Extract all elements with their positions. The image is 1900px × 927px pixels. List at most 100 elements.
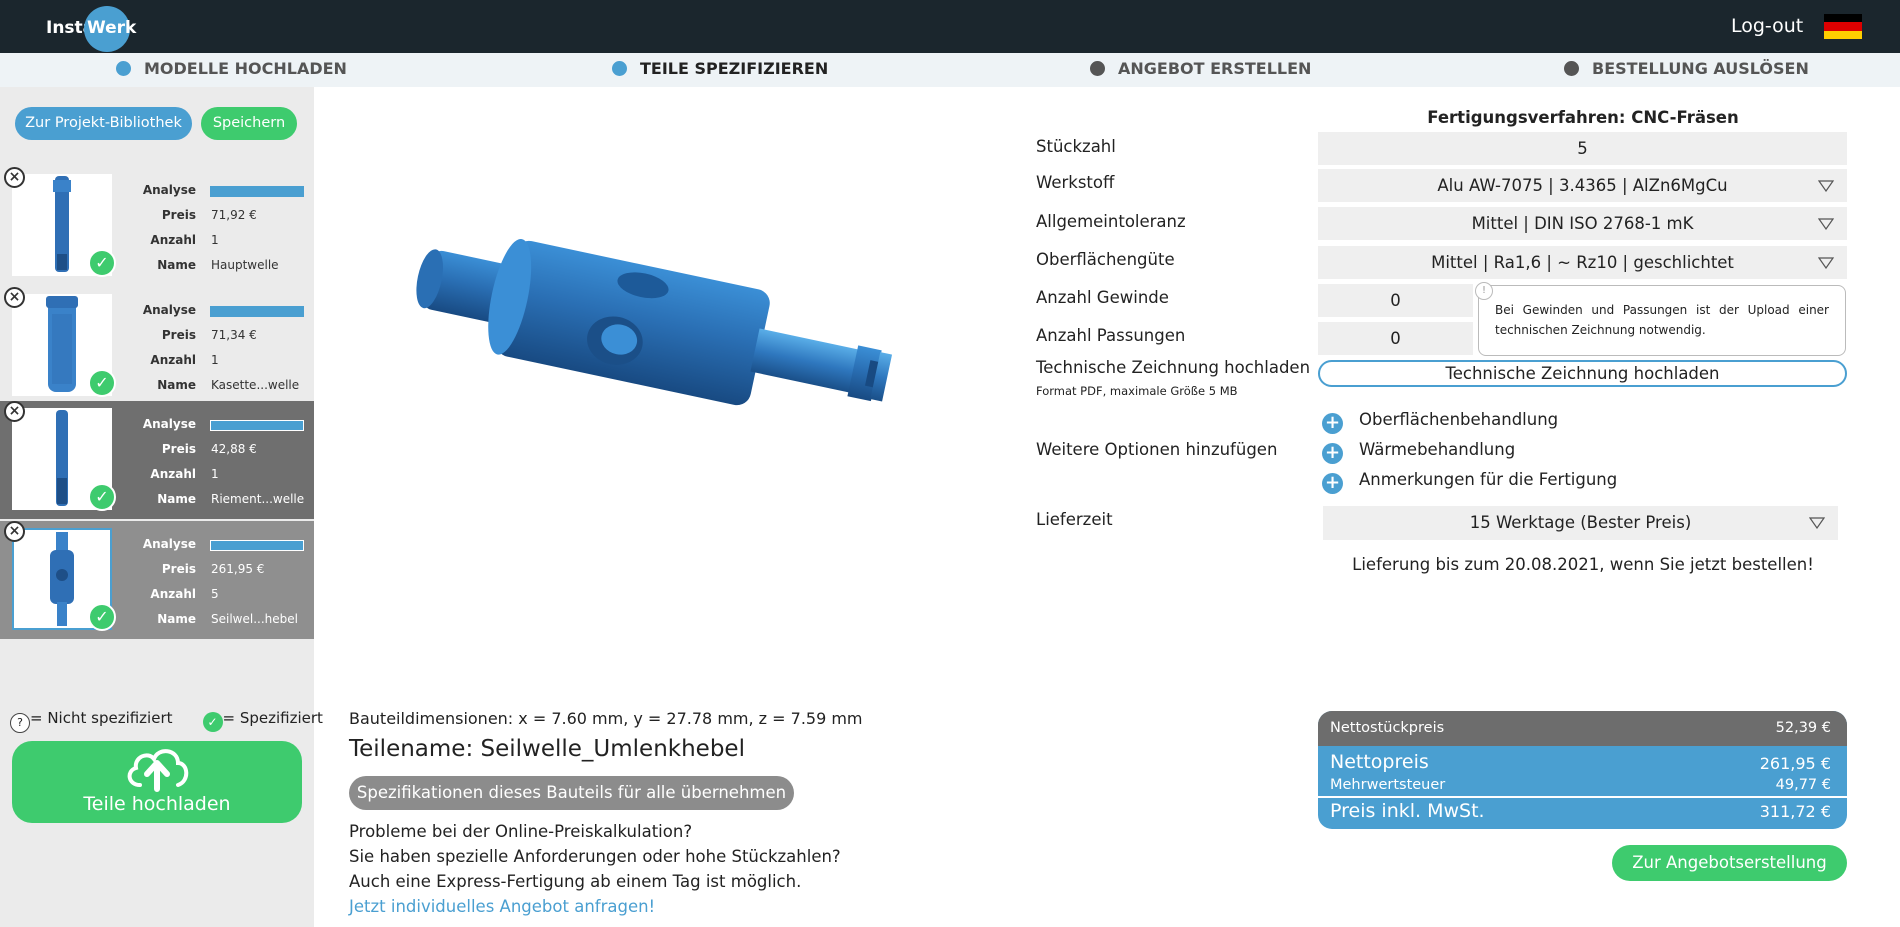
- german-flag-icon[interactable]: [1824, 14, 1862, 39]
- step-bestellung-ausloesen[interactable]: BESTELLUNG AUSLÖSEN: [1564, 59, 1809, 78]
- option-label: Oberflächenbehandlung: [1359, 410, 1559, 429]
- step-angebot-erstellen[interactable]: ANGEBOT ERSTELLEN: [1090, 59, 1311, 78]
- analyse-progress-bar: [210, 306, 304, 317]
- part-list-item-selected[interactable]: × ✓ Analyse Preis 261,95 € Anzahl 5 Name…: [0, 521, 314, 639]
- net-price-row: Nettopreis 261,95 €: [1330, 751, 1831, 773]
- passungen-label: Anzahl Passungen: [1036, 326, 1186, 345]
- project-library-button[interactable]: Zur Projekt-Bibliothek: [15, 107, 192, 140]
- specified-check-icon: ✓: [88, 369, 116, 397]
- apply-specs-to-all-button[interactable]: Spezifikationen dieses Bauteils für alle…: [349, 776, 794, 810]
- check-icon: ✓: [202, 712, 223, 732]
- net-price-value: 261,95 €: [1759, 754, 1831, 773]
- question-icon: ?: [10, 713, 30, 733]
- part-list-item[interactable]: × ✓ Analyse Preis 42,88 € Anzahl 1 Name …: [0, 401, 314, 519]
- lieferzeit-value: 15 Werktage (Bester Preis): [1469, 513, 1692, 532]
- legend-specified: = Spezifiziert: [222, 709, 323, 727]
- part-price: 71,92 €: [211, 208, 257, 222]
- analyse-progress-bar: [210, 540, 304, 551]
- info-icon: !: [1475, 282, 1493, 300]
- manufacturing-process-title: Fertigungsverfahren: CNC-Fräsen: [1427, 108, 1739, 127]
- werkstoff-select[interactable]: Alu AW-7075 | 3.4365 | AlZn6MgCu: [1318, 169, 1847, 202]
- individual-offer-link[interactable]: Jetzt individuelles Angebot anfragen!: [349, 897, 655, 916]
- werkstoff-value: Alu AW-7075 | 3.4365 | AlZn6MgCu: [1437, 176, 1728, 195]
- analyse-progress-bar: [210, 186, 304, 197]
- instawerk-logo[interactable]: Insta Werk: [46, 6, 186, 52]
- net-price-label: Nettopreis: [1330, 751, 1429, 773]
- part-name: Kasette...welle: [211, 378, 300, 392]
- vat-row: Mehrwertsteuer 49,77 €: [1330, 777, 1831, 793]
- part-list-item[interactable]: × ✓ Analyse Preis 71,34 € Anzahl 1 Name …: [0, 287, 314, 405]
- oberflaeche-value: Mittel | Ra1,6 | ~ Rz10 | geschlichtet: [1431, 253, 1734, 272]
- problems-line: Sie haben spezielle Anforderungen oder h…: [349, 847, 841, 866]
- toleranz-label: Allgemeintoleranz: [1036, 212, 1186, 231]
- step-dot-icon: [612, 61, 627, 76]
- remove-part-icon[interactable]: ×: [4, 167, 25, 188]
- passungen-input[interactable]: 0: [1318, 322, 1473, 355]
- step-label: MODELLE HOCHLADEN: [144, 59, 347, 78]
- part-list-item[interactable]: × ✓ Analyse Preis 71,92 € Anzahl 1 Name …: [0, 167, 314, 285]
- net-unit-price-label: Nettostückpreis: [1330, 720, 1445, 736]
- dropdown-arrow-icon: [1818, 218, 1834, 230]
- save-button[interactable]: Speichern: [201, 107, 297, 140]
- step-teile-spezifizieren[interactable]: TEILE SPEZIFIZIEREN: [612, 59, 828, 78]
- step-dot-icon: [1090, 61, 1105, 76]
- part-name: Hauptwelle: [211, 258, 279, 272]
- part-quantity: 5: [211, 587, 219, 601]
- progress-steps: MODELLE HOCHLADEN TEILE SPEZIFIZIEREN AN…: [0, 53, 1900, 87]
- werkstoff-label: Werkstoff: [1036, 173, 1115, 192]
- step-modelle-hochladen[interactable]: MODELLE HOCHLADEN: [116, 59, 347, 78]
- name-label: Name: [157, 258, 196, 272]
- logo-text-werk: Werk: [87, 18, 137, 38]
- part-price: 261,95 €: [211, 562, 265, 576]
- gewinde-input[interactable]: 0: [1318, 284, 1473, 317]
- dropdown-arrow-icon: [1809, 517, 1825, 529]
- part-quantity: 1: [211, 467, 219, 481]
- upload-parts-button[interactable]: Teile hochladen: [12, 741, 302, 823]
- vat-value: 49,77 €: [1775, 777, 1831, 793]
- gross-price-value: 311,72 €: [1759, 802, 1831, 821]
- stueckzahl-input[interactable]: 5: [1318, 132, 1847, 165]
- gross-price-row: Preis inkl. MwSt. 311,72 €: [1330, 800, 1831, 822]
- upload-label: Teile hochladen: [83, 793, 231, 815]
- note-text: Bei Gewinden und Passungen ist der Uploa…: [1495, 303, 1829, 337]
- oberflaeche-select[interactable]: Mittel | Ra1,6 | ~ Rz10 | geschlichtet: [1318, 246, 1847, 279]
- parts-sidebar: Zur Projekt-Bibliothek Speichern × ✓ Ana…: [0, 87, 323, 927]
- top-bar: Insta Werk Log-out: [0, 0, 1900, 53]
- drawing-required-note: ! Bei Gewinden und Passungen ist der Upl…: [1475, 282, 1846, 356]
- preis-label: Preis: [161, 208, 196, 222]
- option-waermebehandlung[interactable]: + Wärmebehandlung: [1322, 440, 1515, 464]
- remove-part-icon[interactable]: ×: [4, 287, 25, 308]
- create-offer-button[interactable]: Zur Angebotserstellung: [1612, 845, 1847, 881]
- name-label: Name: [157, 492, 196, 506]
- analyse-label: Analyse: [142, 537, 196, 551]
- stueckzahl-label: Stückzahl: [1036, 137, 1116, 156]
- logout-link[interactable]: Log-out: [1731, 15, 1803, 37]
- gewinde-label: Anzahl Gewinde: [1036, 288, 1169, 307]
- preis-label: Preis: [161, 442, 196, 456]
- step-dot-icon: [1564, 61, 1579, 76]
- options-label: Weitere Optionen hinzufügen: [1036, 440, 1278, 459]
- option-oberflaechenbehandlung[interactable]: + Oberflächenbehandlung: [1322, 410, 1558, 434]
- gross-price-label: Preis inkl. MwSt.: [1330, 800, 1485, 822]
- part-name: Riement...welle: [211, 492, 305, 506]
- option-label: Anmerkungen für die Fertigung: [1359, 470, 1618, 489]
- name-label: Name: [157, 612, 196, 626]
- remove-part-icon[interactable]: ×: [4, 521, 25, 542]
- anzahl-label: Anzahl: [150, 467, 196, 481]
- net-unit-price-value: 52,39 €: [1775, 720, 1831, 736]
- oberflaeche-label: Oberflächengüte: [1036, 250, 1175, 269]
- upload-drawing-button[interactable]: Technische Zeichnung hochladen: [1318, 360, 1847, 387]
- step-dot-icon: [116, 61, 131, 76]
- option-label: Wärmebehandlung: [1359, 440, 1516, 459]
- 3d-model-viewer[interactable]: [400, 230, 920, 454]
- analyse-label: Analyse: [142, 183, 196, 197]
- lieferzeit-select[interactable]: 15 Werktage (Bester Preis): [1323, 506, 1838, 540]
- price-summary: Nettostückpreis 52,39 € Nettopreis 261,9…: [1318, 711, 1847, 829]
- remove-part-icon[interactable]: ×: [4, 401, 25, 422]
- status-legend: ? = Nicht spezifiziert ✓ = Spezifiziert: [10, 709, 323, 733]
- vat-label: Mehrwertsteuer: [1330, 777, 1446, 793]
- specified-check-icon: ✓: [88, 483, 116, 511]
- toleranz-select[interactable]: Mittel | DIN ISO 2768-1 mK: [1318, 207, 1847, 240]
- option-anmerkungen[interactable]: + Anmerkungen für die Fertigung: [1322, 470, 1617, 494]
- dropdown-arrow-icon: [1818, 257, 1834, 269]
